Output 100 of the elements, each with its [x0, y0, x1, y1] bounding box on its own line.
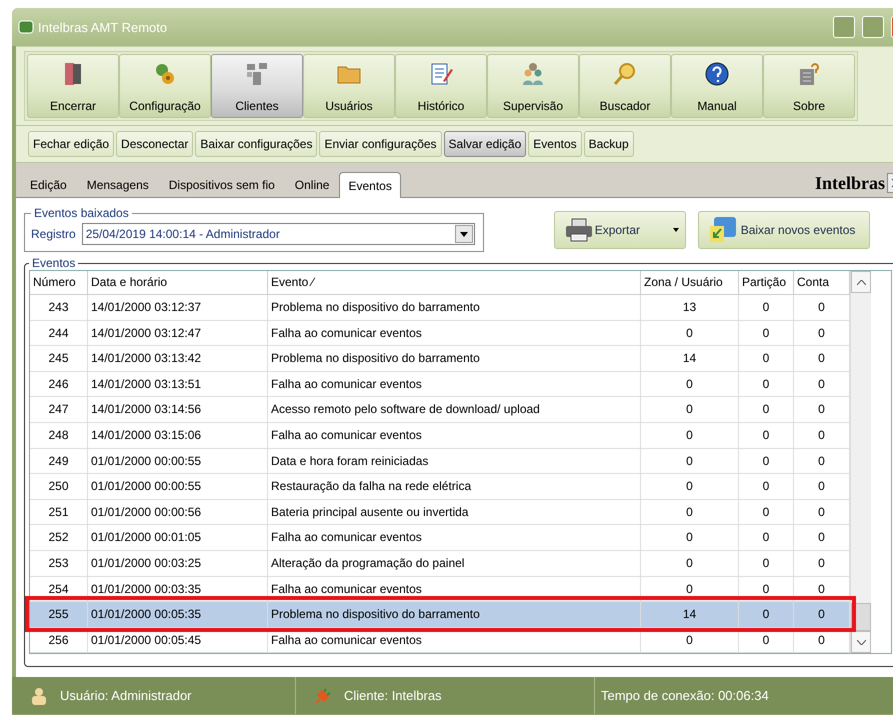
record-dropdown[interactable]: 25/04/2019 14:00:14 - Administrador [82, 223, 475, 245]
table-cell: Falha ao comunicar eventos [268, 372, 641, 398]
toolbar-button[interactable]: Usuários [303, 54, 395, 118]
tab[interactable]: Mensagens [76, 173, 159, 197]
caret-icon [460, 232, 468, 236]
table-cell: 14/01/2000 03:13:42 [88, 346, 268, 372]
caret-icon [672, 228, 679, 232]
table-cell: Problema no dispositivo do barramento [268, 602, 641, 628]
table-cell: Data e hora foram reiniciadas [268, 448, 641, 474]
table-cell: 256 [30, 628, 88, 654]
column-header[interactable]: Data e horário [88, 271, 268, 295]
table-cell: Acesso remoto pelo software de download/ upload [268, 397, 641, 423]
toolbar-button[interactable]: Configuração [119, 54, 211, 118]
table-cell: 243 [30, 295, 88, 321]
column-header[interactable]: Conta [794, 271, 850, 295]
action-button[interactable]: Enviar configurações [319, 131, 442, 157]
table-cell: 0 [794, 320, 850, 346]
app-icon [18, 19, 34, 35]
table-cell: Bateria principal ausente ou invertida [268, 500, 641, 526]
table-cell: 01/01/2000 00:05:45 [88, 628, 268, 654]
minimize-button[interactable] [833, 16, 855, 38]
table-cell: 0 [739, 474, 794, 500]
tab[interactable]: Eventos [339, 172, 401, 198]
table-cell: 0 [641, 320, 739, 346]
plug-icon [314, 686, 332, 704]
table-cell: Falha ao comunicar eventos [268, 525, 641, 551]
table-cell: 14/01/2000 03:13:51 [88, 372, 268, 398]
table-cell: 01/01/2000 00:05:35 [88, 602, 268, 628]
action-button[interactable]: Backup [584, 131, 634, 157]
toolbar-button[interactable]: Histórico [395, 54, 487, 118]
table-cell: Problema no dispositivo do barramento [268, 346, 641, 372]
tab[interactable]: Online [284, 173, 340, 197]
table-cell: 14 [641, 602, 739, 628]
table-cell: 251 [30, 500, 88, 526]
table-cell: 0 [794, 500, 850, 526]
toolbar-button[interactable]: Manual [671, 54, 763, 118]
table-cell: 01/01/2000 00:03:25 [88, 550, 268, 577]
table-cell: 0 [739, 372, 794, 398]
toolbar-button[interactable]: Encerrar [27, 54, 119, 118]
table-cell: 0 [794, 397, 850, 423]
column-header[interactable]: Número [30, 271, 88, 295]
download-button[interactable]: Baixar novos eventos [698, 211, 870, 249]
table-cell: Alteração da programação do painel [268, 550, 641, 577]
toolbar-button[interactable]: Clientes [211, 54, 303, 118]
toolbar-button[interactable]: Sobre [763, 54, 855, 118]
table-cell: 0 [739, 448, 794, 474]
scrollbar[interactable] [850, 271, 871, 654]
table-cell: Falha ao comunicar eventos [268, 422, 641, 449]
field-label: Registro [31, 227, 76, 241]
action-button[interactable]: Fechar edição [28, 131, 114, 157]
scroll-up-icon [856, 280, 866, 284]
connection-time: Tempo de conexão: 00:06:34 [601, 688, 769, 703]
table-cell: 0 [794, 474, 850, 500]
table-cell: 0 [739, 422, 794, 449]
table-cell: 250 [30, 474, 88, 500]
table-cell: Restauração da falha na rede elétrica [268, 474, 641, 500]
printer-icon [564, 217, 593, 243]
user-status: Usuário: Administrador [60, 688, 192, 703]
table-cell: 13 [641, 295, 739, 321]
table-cell: 01/01/2000 00:01:05 [88, 525, 268, 551]
scroll-down-icon [856, 640, 866, 645]
table-cell: Falha ao comunicar eventos [268, 320, 641, 346]
table-cell: 0 [641, 422, 739, 449]
table-cell: 14/01/2000 03:12:47 [88, 320, 268, 346]
maximize-button[interactable] [862, 16, 884, 38]
table-cell: 0 [641, 628, 739, 654]
tab[interactable]: Dispositivos sem fio [158, 173, 285, 197]
table-cell: 252 [30, 525, 88, 551]
table-cell: 01/01/2000 00:00:56 [88, 500, 268, 526]
table-cell: 0 [739, 320, 794, 346]
table-cell: 0 [641, 550, 739, 577]
people-icon [520, 61, 546, 87]
action-button[interactable]: Desconectar [116, 131, 194, 157]
table-cell: 0 [794, 372, 850, 398]
table-cell: 0 [794, 448, 850, 474]
table-cell: 248 [30, 422, 88, 449]
toolbar-button[interactable]: Supervisão [487, 54, 579, 118]
column-header[interactable]: Partição [739, 271, 794, 295]
table-cell: 01/01/2000 00:00:55 [88, 474, 268, 500]
table-cell: 246 [30, 372, 88, 398]
table-cell: 0 [641, 372, 739, 398]
action-button[interactable]: Salvar edição [444, 131, 526, 157]
tab[interactable]: Edição [20, 173, 77, 197]
column-header[interactable]: Evento ⁄ [268, 271, 641, 295]
table-cell: 0 [739, 500, 794, 526]
table-cell: 0 [794, 550, 850, 577]
table-cell: 0 [739, 628, 794, 654]
table-cell: 14 [641, 346, 739, 372]
table-cell: 0 [641, 500, 739, 526]
action-button[interactable]: Eventos [528, 131, 582, 157]
table-cell: 0 [739, 550, 794, 577]
column-header[interactable]: Zona / Usuário [641, 271, 739, 295]
table-cell: 0 [794, 525, 850, 551]
action-button[interactable]: Baixar configurações [195, 131, 318, 157]
download-icon [708, 216, 739, 244]
table-cell: 249 [30, 448, 88, 474]
toolbar-button[interactable]: Buscador [579, 54, 671, 118]
export-button[interactable]: Exportar [554, 211, 686, 249]
table-cell: Problema no dispositivo do barramento [268, 295, 641, 321]
magnifier-icon [612, 61, 638, 87]
